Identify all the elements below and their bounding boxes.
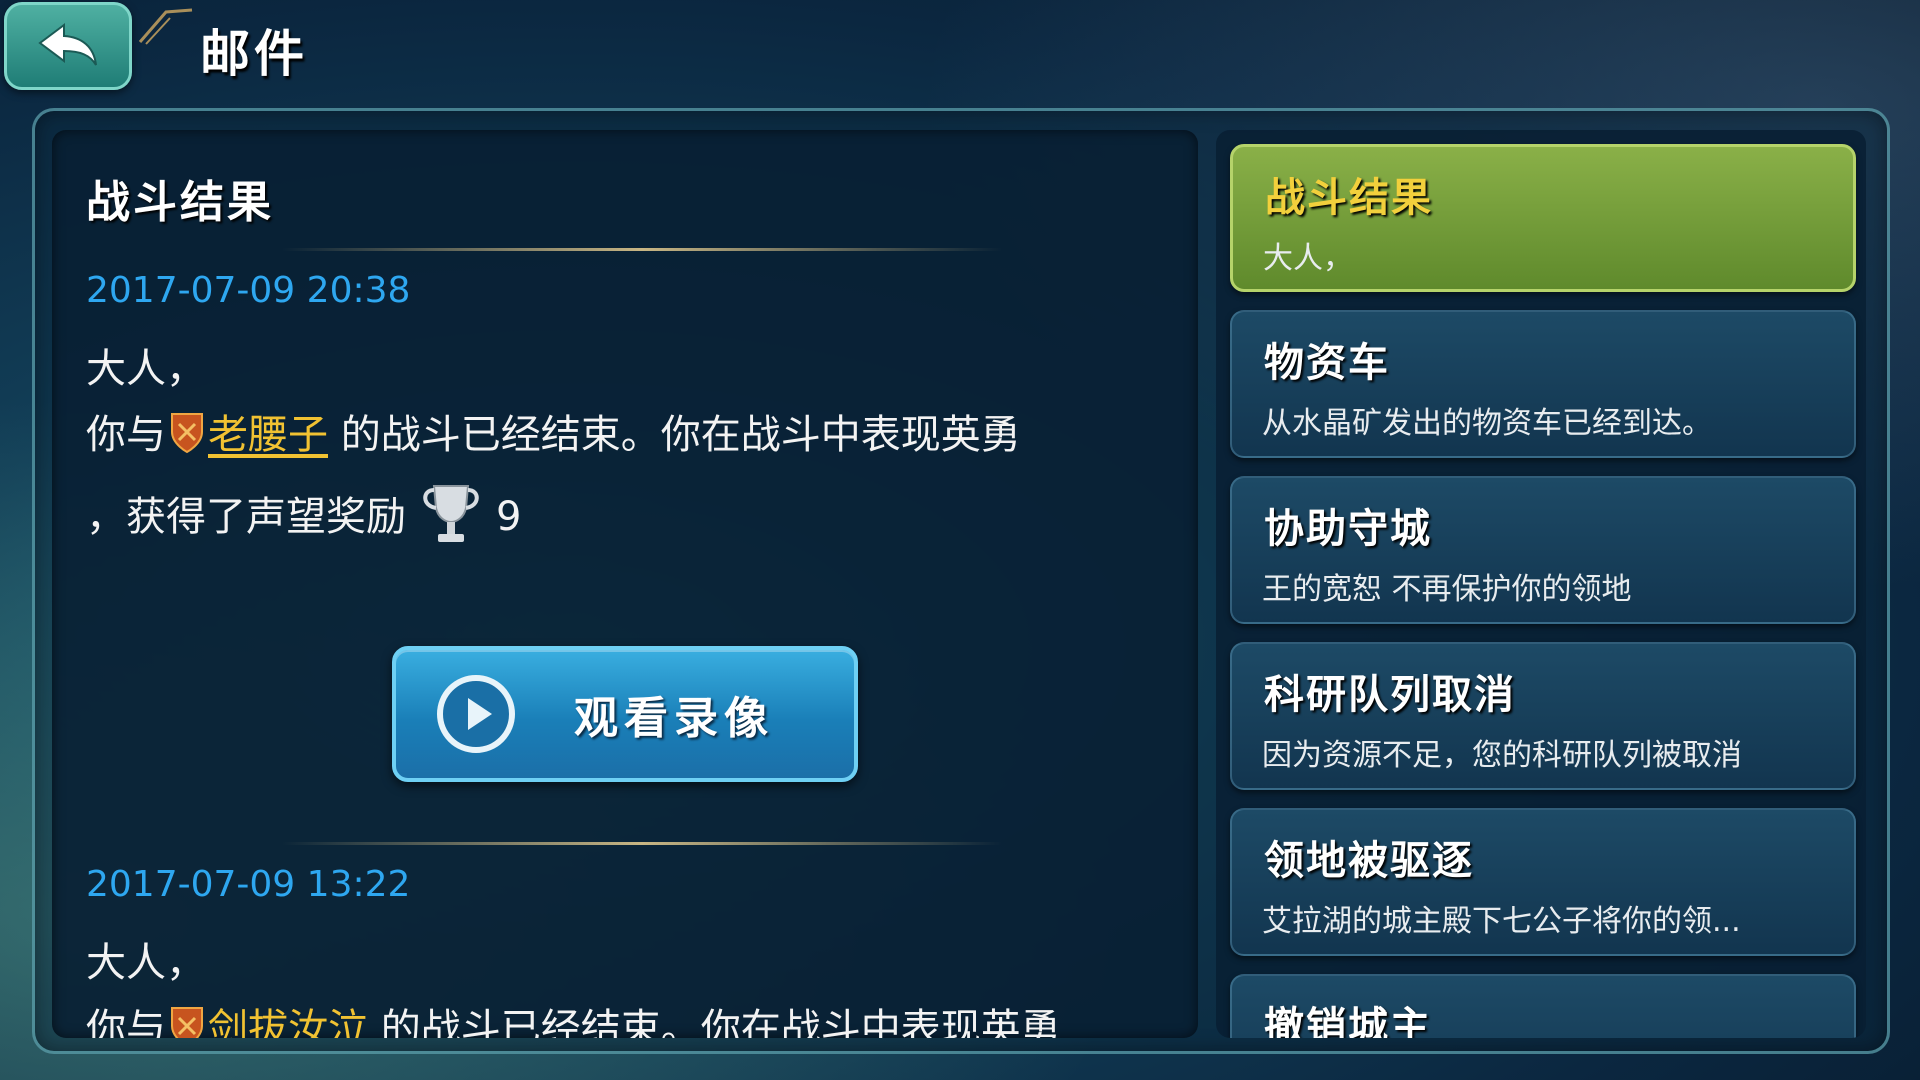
mail-item-territory-expelled[interactable]: 领地被驱逐 艾拉湖的城主殿下七公子将你的领... bbox=[1230, 808, 1856, 956]
entry-greeting: 大人， bbox=[86, 940, 206, 986]
trophy-icon bbox=[423, 485, 479, 542]
mail-content-title: 战斗结果 bbox=[86, 177, 274, 228]
mail-content-panel[interactable]: 战斗结果 2017-07-09 20:38 大人， 你与 老腰子 的战斗已经结束… bbox=[52, 130, 1198, 1038]
entry-line1: 你与 剑拔汝泣 的战斗已经结束。你在战斗中表现英勇 bbox=[86, 996, 1061, 1038]
page-title: 邮件 bbox=[200, 25, 308, 83]
mail-item-battle-result[interactable]: 战斗结果 大人， bbox=[1230, 144, 1856, 292]
entry-line1-prefix: 你与 bbox=[86, 1006, 166, 1038]
opponent-name-link[interactable]: 剑拔汝泣 bbox=[208, 1006, 368, 1038]
mail-item-title: 战斗结果 bbox=[1265, 175, 1433, 221]
entry-timestamp: 2017-07-09 20:38 bbox=[86, 270, 411, 311]
entry-line1-prefix: 你与 bbox=[86, 412, 166, 458]
mail-item-title: 物资车 bbox=[1264, 340, 1390, 386]
mail-list[interactable]: 战斗结果 大人， 物资车 从水晶矿发出的物资车已经到达。 协助守城 王的宽恕 不… bbox=[1216, 130, 1866, 1038]
mail-item-title: 协助守城 bbox=[1264, 506, 1432, 552]
play-icon bbox=[437, 675, 515, 753]
mail-item-preview: 因为资源不足，您的科研队列被取消 bbox=[1262, 738, 1742, 773]
entry-line1-suffix: 的战斗已经结束。你在战斗中表现英勇 bbox=[328, 412, 1021, 458]
watch-replay-label: 观看录像 bbox=[574, 693, 774, 744]
title-ornament bbox=[138, 8, 193, 45]
mail-item-preview: 艾拉湖的城主殿下七公子将你的领... bbox=[1262, 904, 1741, 939]
entry-line1-suffix: 的战斗已经结束。你在战斗中表现英勇 bbox=[368, 1006, 1061, 1038]
divider bbox=[282, 842, 1002, 845]
mail-item-supply-cart[interactable]: 物资车 从水晶矿发出的物资车已经到达。 bbox=[1230, 310, 1856, 458]
reward-value: 9 bbox=[496, 494, 522, 540]
entry-line1: 你与 老腰子 的战斗已经结束。你在战斗中表现英勇 bbox=[86, 402, 1021, 460]
entry-line2-prefix: ，获得了声望奖励 bbox=[86, 494, 406, 540]
entry-greeting: 大人， bbox=[86, 346, 206, 392]
mail-item-assist-defense[interactable]: 协助守城 王的宽恕 不再保护你的领地 bbox=[1230, 476, 1856, 624]
mail-item-preview: 大人， bbox=[1263, 241, 1353, 276]
divider bbox=[282, 248, 1002, 251]
entry-timestamp: 2017-07-09 13:22 bbox=[86, 864, 411, 905]
back-button[interactable] bbox=[4, 2, 132, 90]
mail-item-preview: 从水晶矿发出的物资车已经到达。 bbox=[1262, 406, 1712, 441]
mail-item-title: 科研队列取消 bbox=[1264, 672, 1516, 718]
mail-item-revoke-lord[interactable]: 撤销城主 bbox=[1230, 974, 1856, 1038]
guild-shield-icon bbox=[171, 1007, 203, 1038]
entry-line2: ，获得了声望奖励 9 bbox=[86, 480, 521, 546]
mail-item-title: 领地被驱逐 bbox=[1264, 838, 1474, 884]
back-arrow-icon bbox=[38, 23, 97, 66]
watch-replay-button[interactable]: 观看录像 bbox=[392, 646, 858, 782]
mail-item-title: 撤销城主 bbox=[1264, 1004, 1432, 1038]
opponent-name-link[interactable]: 老腰子 bbox=[208, 412, 328, 458]
mail-item-preview: 王的宽恕 不再保护你的领地 bbox=[1262, 572, 1632, 607]
guild-shield-icon bbox=[171, 413, 203, 454]
mail-item-research-cancelled[interactable]: 科研队列取消 因为资源不足，您的科研队列被取消 bbox=[1230, 642, 1856, 790]
